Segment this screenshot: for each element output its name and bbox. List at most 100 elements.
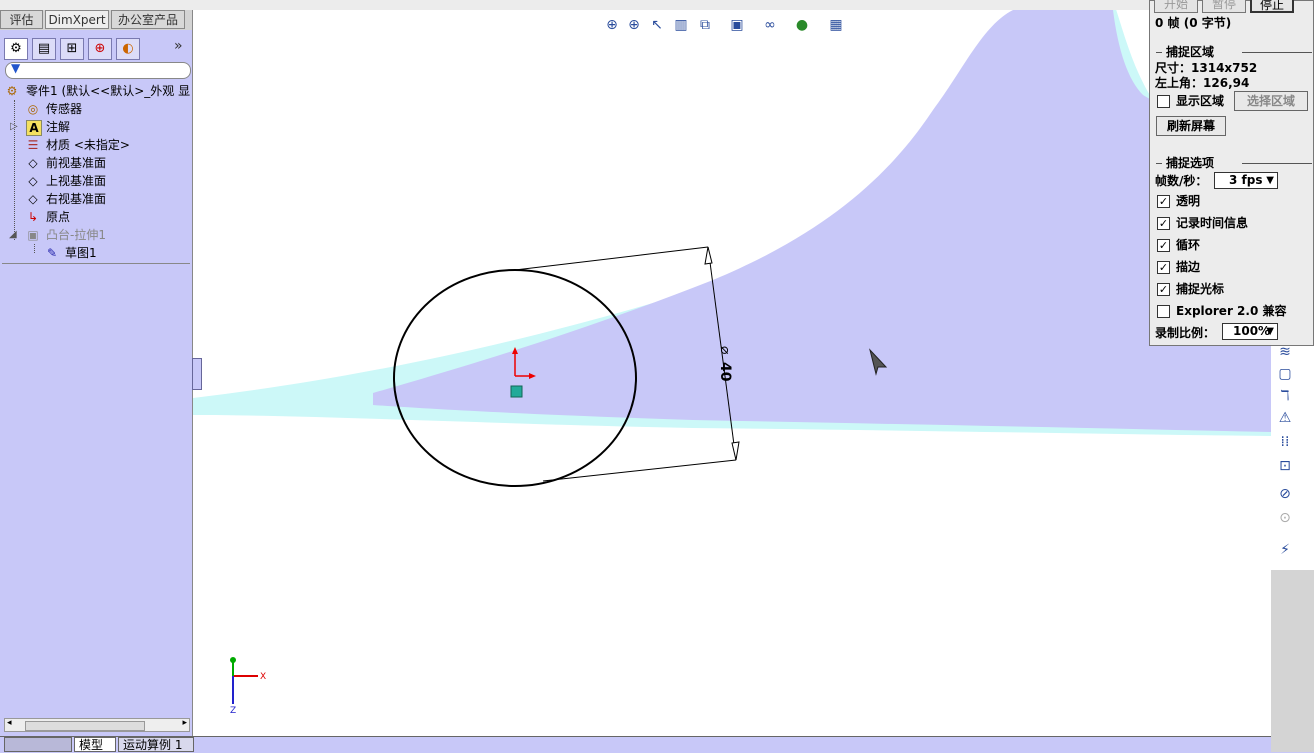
tree-item-label: 材质 <未指定> [46,138,130,152]
outline-checkbox[interactable]: ✓ [1157,261,1170,274]
configurationmanager-tab-icon[interactable]: ⊞ [60,38,84,60]
tangent-line-top [514,246,709,271]
capture-options-title: 捕捉选项 [1166,156,1215,170]
dimension-value: 40 [717,362,733,382]
capture-area-section: 捕捉区域 [1156,45,1312,59]
tree-item-label: 注解 [46,120,71,134]
tab-motion-study-1[interactable]: 运动算例 1 [118,737,194,752]
zoom-to-fit-icon[interactable]: ⊕ [603,16,621,34]
scale-select[interactable]: 100% ▼ [1222,323,1278,340]
tree-item-part[interactable]: ⚙ 零件1 (默认<<默认>_外观 显 [0,82,192,100]
right-side-gray-area [1271,570,1314,752]
origin-point [510,385,523,398]
edit-appearance-icon[interactable]: ● [793,16,811,34]
plane-icon: ◇ [28,174,38,188]
tab-dimxpert[interactable]: DimXpert [45,10,109,29]
tree-item-label: 零件1 (默认<<默认>_外观 显 [26,84,191,98]
tree-filter-input[interactable]: ▼ [5,61,191,79]
rectangle-tool-icon[interactable]: ▢ [1275,364,1295,384]
show-area-checkbox[interactable] [1157,95,1170,108]
show-area-label: 显示区域 [1176,94,1225,108]
refresh-screen-button[interactable]: 刷新屏幕 [1156,116,1226,136]
hide-show-items-icon[interactable]: ∞ [761,16,779,34]
tree-item-label: 凸台-拉伸1 [46,228,106,242]
frame-info: 0 帧 (0 字节) [1155,16,1232,30]
section-view-icon[interactable]: ▥ [672,16,690,34]
topleft-row: 左上角：126,94 [1155,76,1249,90]
transparent-label: 透明 [1176,194,1201,208]
record-time-label: 记录时间信息 [1176,216,1249,230]
tab-evaluate[interactable]: 评估 [0,10,43,29]
fps-value: 3 fps [1229,173,1263,187]
dimension-arrow-bottom [731,441,740,461]
size-label: 尺寸： [1155,61,1192,75]
topleft-value: 126,94 [1203,76,1250,90]
explorer-compat-label: Explorer 2.0 兼容 [1176,304,1287,318]
dimension-arrow-top [704,246,713,265]
expand-tabs-icon[interactable]: » [174,38,183,54]
apply-scene-icon[interactable]: ▦ [827,16,845,34]
display-style-icon[interactable]: ▣ [728,16,746,34]
quick-snaps-icon[interactable]: ⚡ [1275,540,1295,560]
repair-sketch-icon[interactable]: ⊙ [1275,508,1295,528]
bottom-tab-bar: 模型 运动算例 1 [0,736,1314,753]
previous-view-icon[interactable]: ↖ [648,16,666,34]
mirror-tool-icon[interactable]: ⚠ [1275,408,1295,428]
propertymanager-tab-icon[interactable]: ▤ [32,38,56,60]
capture-options-section: 捕捉选项 [1156,156,1312,170]
annotation-icon: A [26,120,42,136]
scroll-left-icon[interactable]: ◂ [7,718,12,728]
dimxpertmanager-tab-icon[interactable]: ⊕ [88,38,112,60]
svg-text:X: X [260,672,266,682]
select-area-button[interactable]: 选择区域 [1234,91,1308,111]
tab-office-products[interactable]: 办公室产品 [111,10,185,29]
filter-icon: ▼ [11,61,21,75]
tab-model[interactable]: 模型 [74,737,116,752]
move-entities-icon[interactable]: ⊡ [1275,456,1295,476]
expand-arrow-icon[interactable]: ▷ [10,118,18,136]
command-manager-tabs: 评估 DimXpert 办公室产品 [0,10,192,30]
tree-item-label: 上视基准面 [46,174,107,188]
plane-icon: ◇ [28,192,38,206]
panel-splitter-handle[interactable] [192,358,202,390]
tree-divider [2,263,190,264]
record-time-checkbox[interactable]: ✓ [1157,217,1170,230]
loop-label: 循环 [1176,238,1201,252]
scroll-right-icon[interactable]: ▸ [182,718,187,728]
relations-tool-icon[interactable]: ⊘ [1275,484,1295,504]
stop-button[interactable]: 停止 [1250,0,1294,13]
capture-cursor-checkbox[interactable]: ✓ [1157,283,1170,296]
window-top-strip [0,0,1149,10]
extrude-icon: ▣ [27,228,39,242]
transparent-checkbox[interactable]: ✓ [1157,195,1170,208]
outline-label: 描边 [1176,260,1201,274]
material-icon: ☰ [27,138,39,152]
tab-scroll-controls[interactable] [4,737,72,752]
pause-button[interactable]: 暂停 [1202,0,1246,13]
scrollbar-thumb[interactable] [25,721,145,731]
graphics-area[interactable]: ⌀ 40 X Z [193,10,1271,736]
fps-label: 帧数/秒： [1155,174,1208,188]
svg-text:Z: Z [230,706,236,716]
tree-item-label: 草图1 [65,246,97,260]
displaymanager-tab-icon[interactable]: ◐ [116,38,140,60]
featuremanager-tab-icon[interactable]: ⚙ [4,38,28,60]
tree-horizontal-scrollbar[interactable]: ◂ ▸ [4,718,190,732]
origin-icon: ↳ [27,210,39,224]
plane-icon: ◇ [28,156,38,170]
view-orientation-icon[interactable]: ⧉ [696,16,714,34]
collapse-arrow-icon[interactable]: ◢ [9,226,17,244]
start-button[interactable]: 开始 [1154,0,1198,13]
tree-item-label: 右视基准面 [46,192,107,206]
sketch-right-toolbar: ≋ ▢ ℸ ⚠ ⁞⁞ ⊡ ⊘ ⊙ ⚡ [1271,340,1299,570]
explorer-compat-checkbox[interactable] [1157,305,1170,318]
pattern-tool-icon[interactable]: ⁞⁞ [1275,432,1295,452]
capture-cursor-label: 捕捉光标 [1176,282,1225,296]
sensor-icon: ◎ [27,102,39,116]
manager-tabs: ⚙ ▤ ⊞ ⊕ ◐ » [0,36,192,62]
fps-select[interactable]: 3 fps ▼ [1214,172,1278,189]
zoom-to-area-icon[interactable]: ⊕ [625,16,643,34]
offset-tool-icon[interactable]: ℸ [1275,386,1295,406]
scale-value: 100% [1233,324,1271,338]
loop-checkbox[interactable]: ✓ [1157,239,1170,252]
